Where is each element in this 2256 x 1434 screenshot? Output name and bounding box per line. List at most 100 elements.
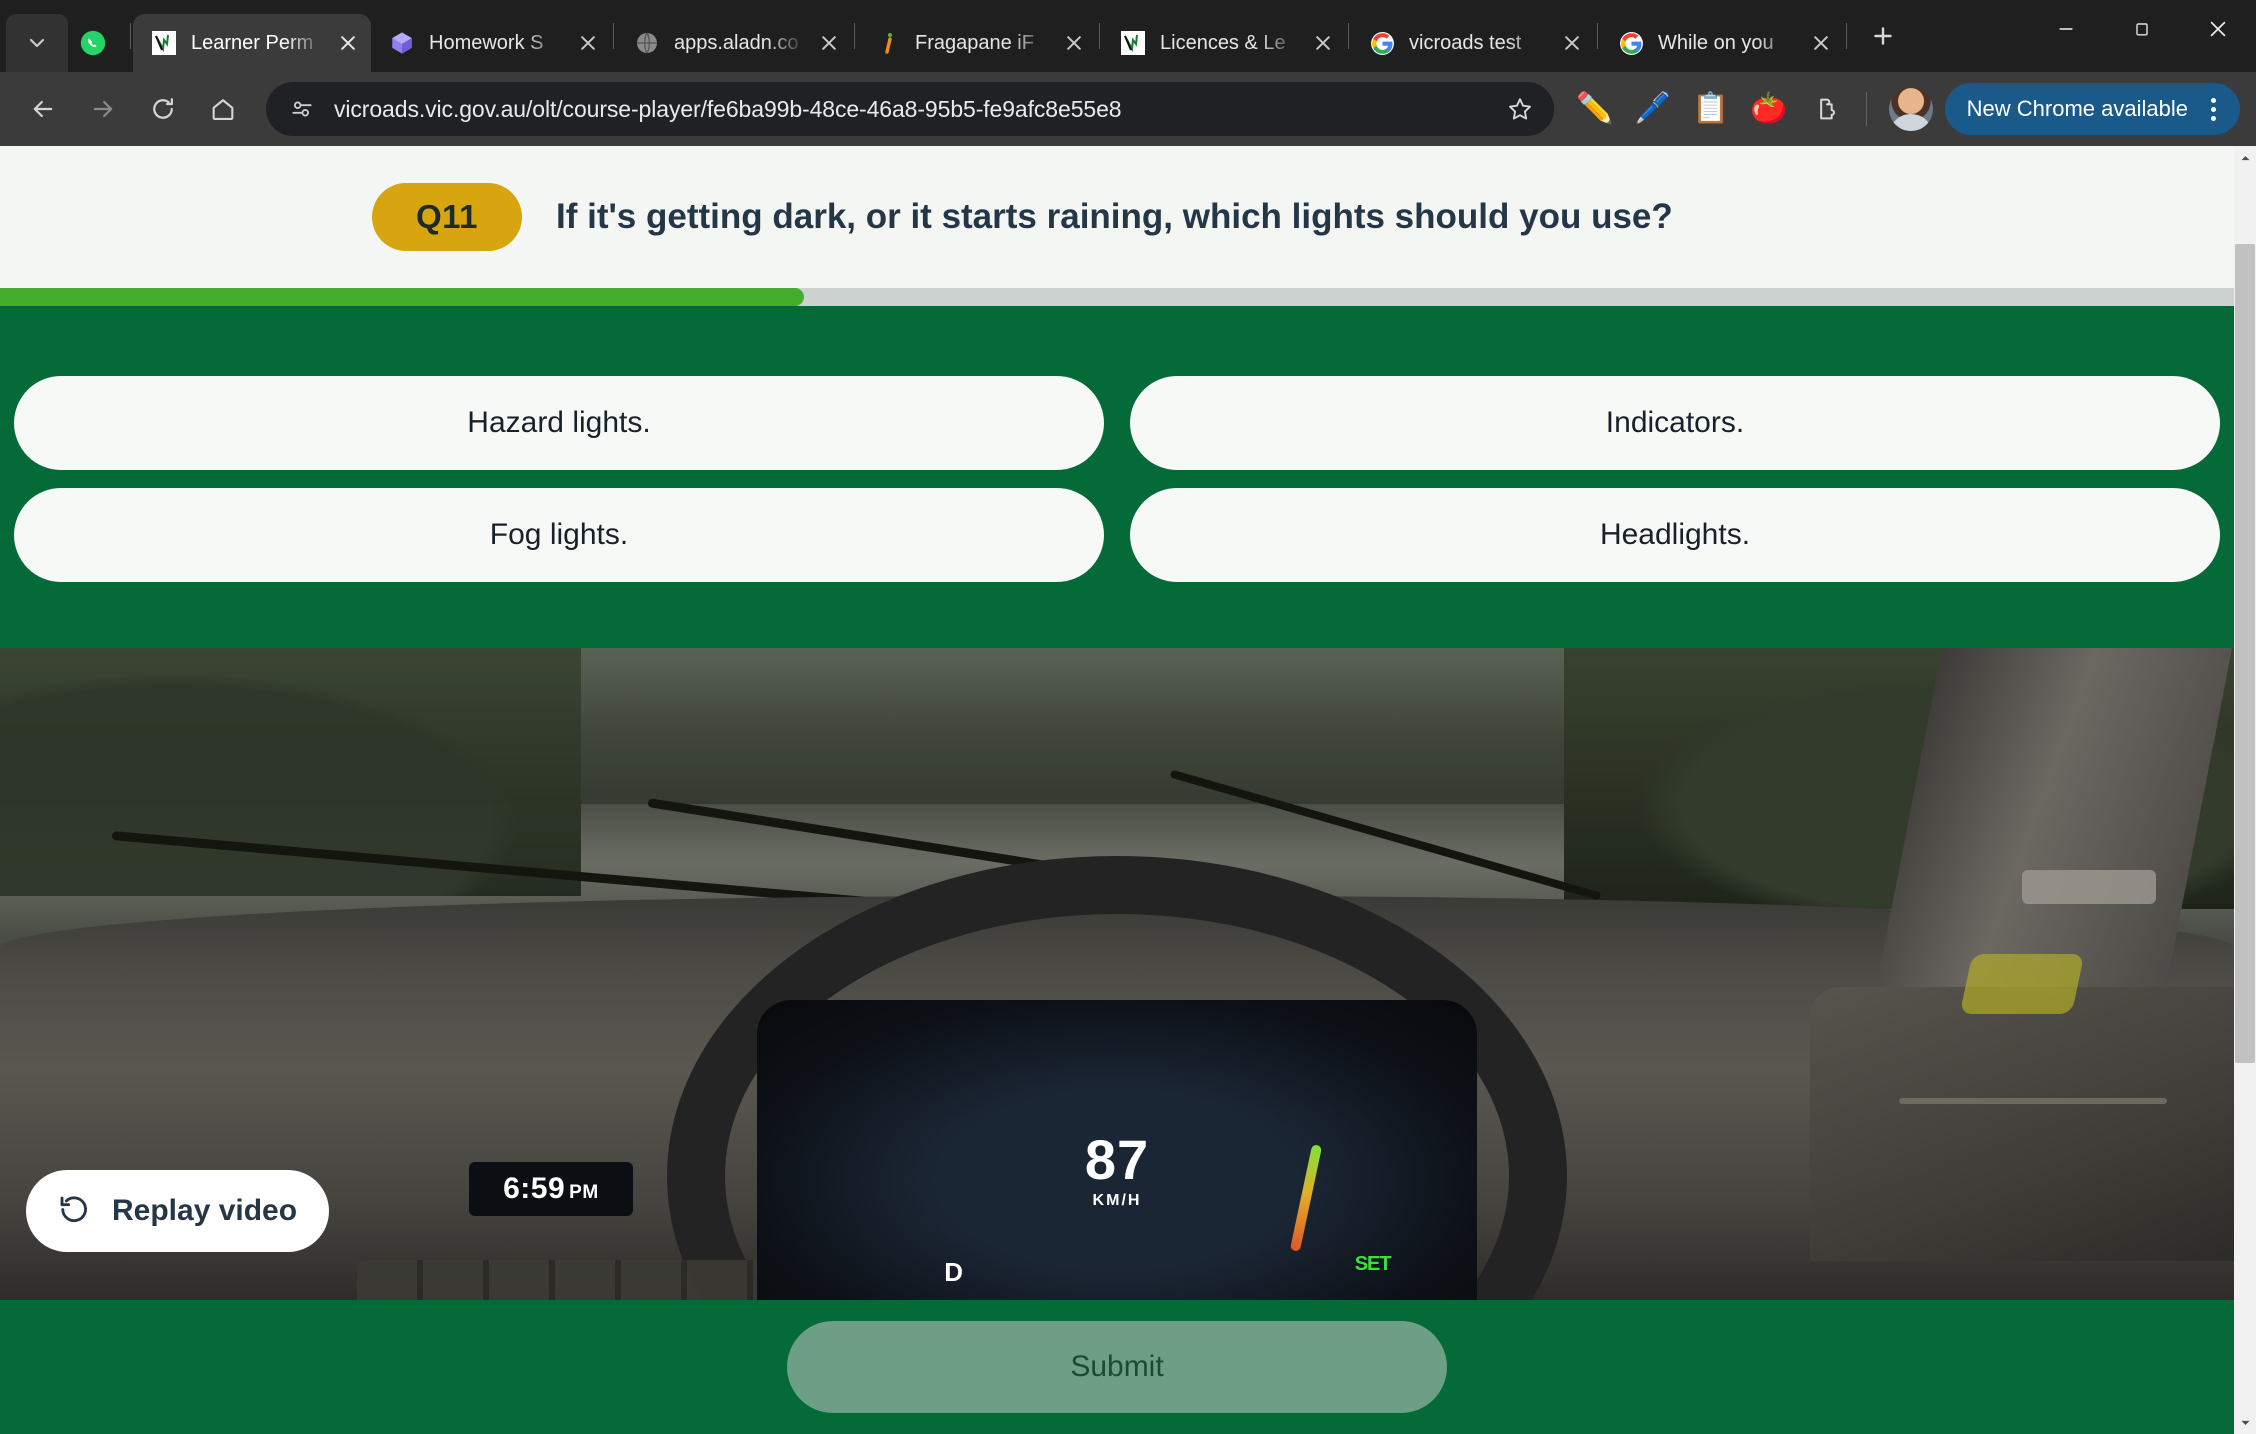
option-headlights[interactable]: Headlights. — [1130, 488, 2220, 582]
google-icon — [1369, 30, 1395, 56]
tab-search-button[interactable] — [6, 14, 68, 72]
speed-value: 87 — [1084, 1128, 1150, 1191]
back-button[interactable] — [16, 82, 70, 136]
replay-video-button[interactable]: Replay video — [26, 1170, 330, 1252]
tab-close-button[interactable] — [1804, 26, 1838, 60]
option-hazard-lights[interactable]: Hazard lights. — [14, 376, 1104, 470]
tab-title: apps.aladn.co — [674, 31, 799, 54]
question-video[interactable]: 6:59 PM 87 KM/H D SET Replay video — [0, 648, 2234, 1300]
scrollbar-track[interactable] — [2234, 170, 2256, 1410]
new-tab-button[interactable] — [1857, 10, 1909, 62]
question-number-badge: Q11 — [372, 183, 522, 251]
option-fog-lights[interactable]: Fog lights. — [14, 488, 1104, 582]
tab-while-on-your[interactable]: While on you — [1600, 14, 1844, 72]
tab-close-button[interactable] — [812, 26, 846, 60]
tab-separator — [130, 23, 131, 49]
question-text: If it's getting dark, or it starts raini… — [556, 197, 1673, 236]
home-icon — [212, 99, 234, 120]
forward-arrow-icon — [93, 100, 113, 118]
tab-separator — [1348, 23, 1349, 49]
progress-bar-track — [0, 288, 2234, 306]
scroll-down-arrow-icon[interactable] — [2234, 1410, 2256, 1434]
address-bar[interactable]: vicroads.vic.gov.au/olt/course-player/fe… — [266, 82, 1554, 136]
tab-close-button[interactable] — [1555, 26, 1589, 60]
plus-icon — [1874, 27, 1892, 45]
toolbar-separator — [1865, 92, 1867, 126]
question-header: Q11 If it's getting dark, or it starts r… — [0, 146, 2234, 288]
submit-button[interactable]: Submit — [787, 1321, 1447, 1413]
pencil-icon[interactable]: ✏️ — [1566, 82, 1624, 136]
tab-separator — [1846, 23, 1847, 49]
video-trees-left — [0, 648, 581, 896]
answer-options: Hazard lights. Indicators. Fog lights. H… — [0, 306, 2234, 648]
tab-close-button[interactable] — [1057, 26, 1091, 60]
tab-title: Licences & Le — [1160, 31, 1286, 54]
option-indicators[interactable]: Indicators. — [1130, 376, 2220, 470]
tab-apps-aladn[interactable]: apps.aladn.co — [616, 14, 852, 72]
homework-icon — [389, 30, 415, 56]
tab-learner-permit[interactable]: Learner Perm — [133, 14, 371, 72]
video-yellow-object — [1959, 954, 2085, 1015]
browser-toolbar: vicroads.vic.gov.au/olt/course-player/fe… — [0, 72, 2256, 146]
scroll-up-arrow-icon[interactable] — [2234, 146, 2256, 170]
speedometer: 87 KM/H — [1085, 1132, 1149, 1210]
avatar[interactable] — [1888, 87, 1933, 131]
cruise-indicator: SET — [1354, 1253, 1392, 1275]
tab-separator — [613, 23, 614, 49]
progress-bar-fill — [0, 288, 805, 306]
tab-separator — [854, 23, 855, 49]
tab-close-button[interactable] — [571, 26, 605, 60]
tab-homework[interactable]: Homework S — [371, 14, 611, 72]
blue-pen-icon[interactable]: 🖊️ — [1624, 82, 1682, 136]
clipboard-search-icon[interactable]: 📋 — [1682, 82, 1740, 136]
quiz-page: Q11 If it's getting dark, or it starts r… — [0, 146, 2234, 1434]
window-controls — [2028, 0, 2256, 58]
tab-title: While on you — [1658, 31, 1774, 54]
tab-licences[interactable]: Licences & Le — [1102, 14, 1346, 72]
scrollbar-thumb[interactable] — [2235, 244, 2255, 1063]
maximize-button[interactable] — [2104, 0, 2180, 58]
replay-video-label: Replay video — [112, 1194, 298, 1227]
option-label: Headlights. — [1599, 518, 1751, 551]
three-dot-menu-icon[interactable] — [2196, 97, 2230, 121]
speed-unit: KM/H — [1092, 1192, 1142, 1209]
reload-button[interactable] — [136, 82, 190, 136]
video-clock-display: 6:59 PM — [469, 1162, 633, 1216]
site-settings-icon[interactable] — [284, 91, 320, 127]
clock-time: 6:59 — [503, 1172, 566, 1205]
extension-icons: ✏️ 🖊️ 📋 🍅 — [1566, 82, 1856, 136]
puzzle-icon[interactable] — [1798, 82, 1856, 136]
star-icon — [1508, 98, 1531, 120]
new-chrome-available-button[interactable]: New Chrome available — [1944, 83, 2240, 135]
tab-close-button[interactable] — [1306, 26, 1340, 60]
clock-period: PM — [569, 1182, 599, 1203]
maximize-icon — [2136, 23, 2148, 36]
tab-title: Homework S — [429, 31, 544, 54]
tomato-icon[interactable]: 🍅 — [1740, 82, 1798, 136]
gear-indicator: D — [944, 1257, 963, 1287]
close-button[interactable] — [2180, 0, 2256, 58]
video-side-mirror — [2021, 869, 2156, 904]
italic-i-icon — [875, 30, 901, 56]
tab-close-button[interactable] — [331, 26, 365, 60]
chevron-down-icon — [29, 38, 45, 48]
bookmark-button[interactable] — [1498, 87, 1542, 131]
rotate-ccw-icon — [54, 1191, 94, 1231]
home-button[interactable] — [196, 82, 250, 136]
vicroads-icon — [1120, 30, 1146, 56]
forward-button[interactable] — [76, 82, 130, 136]
option-label: Indicators. — [1605, 406, 1745, 439]
vicroads-icon — [151, 30, 177, 56]
submit-label: Submit — [1070, 1350, 1164, 1383]
whatsapp-icon — [80, 30, 106, 56]
tab-separator — [1099, 23, 1100, 49]
minimize-button[interactable] — [2028, 0, 2104, 58]
tab-fragapane[interactable]: Fragapane iF — [857, 14, 1097, 72]
tab-pinned-whatsapp[interactable] — [72, 14, 128, 72]
video-door-panel — [1809, 987, 2234, 1261]
tab-vicroads-test[interactable]: vicroads test — [1351, 14, 1595, 72]
google-icon — [1618, 30, 1644, 56]
page-viewport: Q11 If it's getting dark, or it starts r… — [0, 146, 2256, 1434]
page-scrollbar[interactable] — [2234, 146, 2256, 1434]
back-arrow-icon — [33, 100, 53, 118]
